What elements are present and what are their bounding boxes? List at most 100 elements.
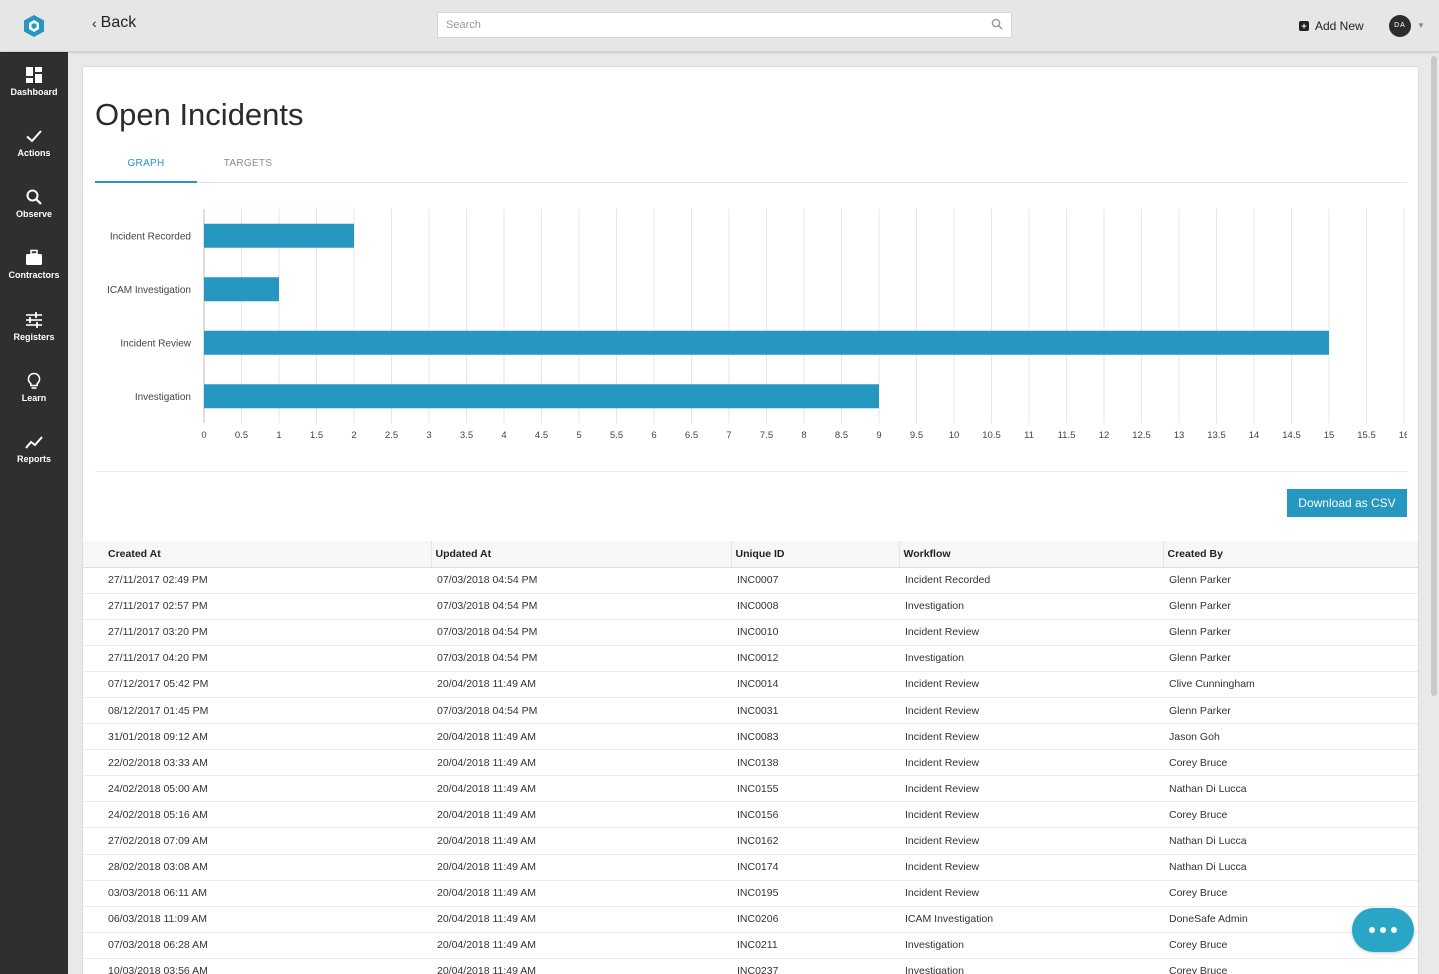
table-cell: Glenn Parker bbox=[1163, 593, 1418, 620]
search-box bbox=[437, 12, 1012, 38]
table-cell: Incident Review bbox=[899, 880, 1163, 907]
table-row[interactable]: 24/02/2018 05:00 AM 20/04/2018 11:49 AM IN… bbox=[83, 775, 1418, 803]
table-cell: 27/11/2017 04:20 PM bbox=[83, 645, 431, 672]
table-cell: 20/04/2018 11:49 AM bbox=[431, 775, 731, 803]
x-tick-label: 6.5 bbox=[685, 430, 698, 441]
x-tick-label: 15 bbox=[1324, 430, 1335, 441]
bar[interactable] bbox=[204, 223, 354, 248]
table-cell: Nathan Di Lucca bbox=[1163, 827, 1418, 855]
sidebar-item-registers[interactable]: Registers bbox=[0, 297, 68, 355]
bar[interactable] bbox=[204, 384, 879, 409]
search-icon bbox=[26, 189, 42, 205]
check-icon bbox=[26, 129, 42, 142]
x-tick-label: 9 bbox=[876, 430, 881, 441]
table-row[interactable]: 08/12/2017 01:45 PM 07/03/2018 04:54 PM IN… bbox=[83, 697, 1418, 725]
x-tick-label: 11 bbox=[1024, 430, 1034, 441]
chart-line-icon bbox=[25, 435, 43, 449]
sidebar-item-learn[interactable]: Learn bbox=[0, 358, 68, 416]
column-header[interactable]: Updated At bbox=[430, 541, 731, 568]
table-cell: INC0174 bbox=[731, 854, 899, 881]
y-category-label: Investigation bbox=[135, 392, 191, 403]
table-cell: Investigation bbox=[899, 958, 1163, 974]
table-header-row: Created At Updated At Unique ID Workflow Cre… bbox=[83, 541, 1418, 568]
sidebar-item-reports[interactable]: Reports bbox=[0, 419, 68, 477]
table-row[interactable]: 22/02/2018 03:33 AM 20/04/2018 11:49 AM IN… bbox=[83, 749, 1418, 777]
dot-icon bbox=[1391, 927, 1397, 933]
table-row[interactable]: 31/01/2018 09:12 AM 20/04/2018 11:49 AM IN… bbox=[83, 723, 1418, 751]
x-tick-label: 7.5 bbox=[760, 430, 773, 441]
add-new-button[interactable]: + Add New bbox=[1299, 19, 1364, 33]
table-cell: Incident Review bbox=[899, 723, 1163, 751]
table-row[interactable]: 03/03/2018 06:11 AM 20/04/2018 11:49 AM IN… bbox=[83, 880, 1418, 907]
plus-square-icon: + bbox=[1299, 21, 1309, 31]
table-cell: 07/03/2018 06:28 AM bbox=[83, 932, 431, 959]
table-row[interactable]: 27/11/2017 03:20 PM 07/03/2018 04:54 PM IN… bbox=[83, 619, 1418, 646]
avatar[interactable]: DA bbox=[1389, 15, 1411, 37]
table-cell: 20/04/2018 11:49 AM bbox=[431, 671, 731, 698]
table-cell: INC0156 bbox=[731, 801, 899, 829]
sidebar-item-label: Reports bbox=[16, 453, 51, 464]
table-row[interactable]: 27/11/2017 02:49 PM 07/03/2018 04:54 PM IN… bbox=[83, 567, 1418, 594]
column-header[interactable]: Created At bbox=[83, 541, 431, 568]
sidebar-item-dashboard[interactable]: Dashboard bbox=[0, 52, 68, 110]
search-icon[interactable] bbox=[991, 18, 1003, 30]
table-cell: 20/04/2018 11:49 AM bbox=[431, 854, 731, 881]
table-cell: ICAM Investigation bbox=[899, 906, 1163, 933]
column-header[interactable]: Created By bbox=[1162, 541, 1418, 568]
app-logo[interactable] bbox=[0, 0, 68, 52]
table-cell: 10/03/2018 03:56 AM bbox=[83, 958, 431, 974]
table-cell: INC0206 bbox=[731, 906, 899, 933]
bar[interactable] bbox=[204, 277, 279, 302]
column-header[interactable]: Workflow bbox=[898, 541, 1163, 568]
table-row[interactable]: 07/03/2018 06:28 AM 20/04/2018 11:49 AM IN… bbox=[83, 932, 1418, 959]
y-category-label: Incident Review bbox=[120, 338, 191, 349]
chat-button[interactable] bbox=[1352, 908, 1414, 952]
download-csv-button[interactable]: Download as CSV bbox=[1287, 489, 1407, 517]
table-cell: INC0211 bbox=[731, 932, 899, 959]
search-input[interactable] bbox=[438, 13, 1011, 37]
table-row[interactable]: 27/11/2017 04:20 PM 07/03/2018 04:54 PM IN… bbox=[83, 645, 1418, 672]
table-row[interactable]: 28/02/2018 03:08 AM 20/04/2018 11:49 AM IN… bbox=[83, 854, 1418, 881]
bar[interactable] bbox=[204, 330, 1329, 355]
x-tick-label: 12.5 bbox=[1132, 430, 1151, 441]
table-row[interactable]: 06/03/2018 11:09 AM 20/04/2018 11:49 AM IN… bbox=[83, 906, 1418, 933]
table-cell: 20/04/2018 11:49 AM bbox=[431, 723, 731, 751]
table-cell: Incident Review bbox=[899, 801, 1163, 829]
x-tick-label: 4 bbox=[501, 430, 506, 441]
table-row[interactable]: 27/02/2018 07:09 AM 20/04/2018 11:49 AM IN… bbox=[83, 827, 1418, 855]
table-cell: INC0237 bbox=[731, 958, 899, 974]
sidebar-item-label: Actions bbox=[17, 147, 51, 158]
table-cell: 24/02/2018 05:00 AM bbox=[83, 775, 431, 803]
chevron-down-icon[interactable]: ▼ bbox=[1417, 21, 1425, 30]
sidebar-item-label: Learn bbox=[21, 392, 47, 403]
x-tick-label: 0 bbox=[201, 430, 206, 441]
table-row[interactable]: 07/12/2017 05:42 PM 20/04/2018 11:49 AM IN… bbox=[83, 671, 1418, 698]
table-cell: 22/02/2018 03:33 AM bbox=[83, 749, 431, 777]
table-cell: 20/04/2018 11:49 AM bbox=[431, 827, 731, 855]
table-body: 27/11/2017 02:49 PM 07/03/2018 04:54 PM IN… bbox=[83, 567, 1418, 974]
table-row[interactable]: 10/03/2018 03:56 AM 20/04/2018 11:49 AM IN… bbox=[83, 958, 1418, 974]
tab-targets[interactable]: TARGETS bbox=[197, 147, 299, 183]
table-cell: INC0012 bbox=[731, 645, 899, 672]
sidebar-item-observe[interactable]: Observe bbox=[0, 174, 68, 232]
tab-graph[interactable]: GRAPH bbox=[95, 147, 197, 183]
x-tick-label: 3.5 bbox=[460, 430, 473, 441]
table-row[interactable]: 27/11/2017 02:57 PM 07/03/2018 04:54 PM IN… bbox=[83, 593, 1418, 620]
dot-icon bbox=[1380, 927, 1386, 933]
back-button[interactable]: ‹ Back bbox=[92, 14, 136, 32]
table-cell: INC0083 bbox=[731, 723, 899, 751]
main-panel: Open Incidents GRAPH TARGETS 0 0.5 1 1.5 2 2.… bbox=[82, 66, 1419, 974]
x-tick-label: 13 bbox=[1174, 430, 1185, 441]
table-cell: Corey Bruce bbox=[1163, 801, 1418, 829]
sidebar-item-actions[interactable]: Actions bbox=[0, 113, 68, 171]
table-cell: INC0010 bbox=[731, 619, 899, 646]
x-tick-label: 5.5 bbox=[610, 430, 623, 441]
table-cell: 20/04/2018 11:49 AM bbox=[431, 880, 731, 907]
column-header[interactable]: Unique ID bbox=[730, 541, 899, 568]
table-cell: 20/04/2018 11:49 AM bbox=[431, 801, 731, 829]
scrollbar[interactable] bbox=[1431, 56, 1437, 696]
table-row[interactable]: 24/02/2018 05:16 AM 20/04/2018 11:49 AM IN… bbox=[83, 801, 1418, 829]
sidebar-item-contractors[interactable]: Contractors bbox=[0, 235, 68, 293]
table-cell: INC0162 bbox=[731, 827, 899, 855]
incidents-table: Created At Updated At Unique ID Workflow Cre… bbox=[83, 541, 1418, 974]
